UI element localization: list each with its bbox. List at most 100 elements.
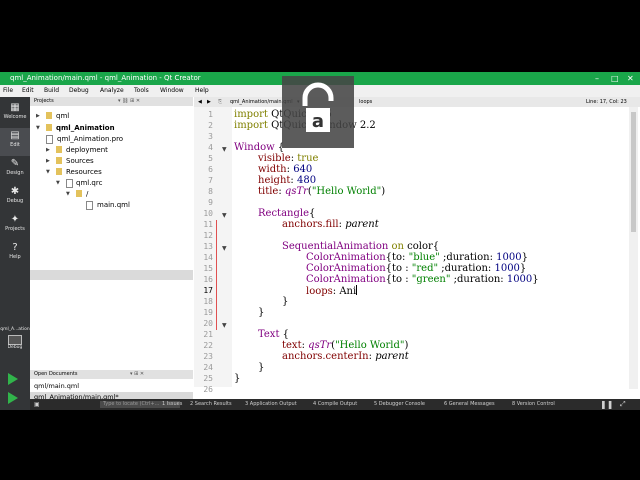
line-number: 7 — [208, 176, 213, 185]
code-token: height — [258, 175, 291, 186]
menu-build[interactable]: Build — [44, 85, 59, 97]
line-number: 8 — [208, 187, 213, 196]
tree-item-label: main.qml — [97, 201, 130, 209]
toggle-sidebar-icon[interactable]: ▣ — [34, 399, 40, 410]
code-token: width — [258, 164, 287, 175]
code-token: ) — [404, 340, 409, 351]
code-token: import — [234, 120, 268, 131]
mode-label: Edit — [10, 142, 20, 148]
scrollbar-thumb[interactable] — [631, 112, 636, 232]
line-number: 14 — [203, 253, 213, 262]
folder-icon — [56, 168, 62, 175]
code-token: {to : — [385, 263, 412, 274]
chevron-down-icon: ▼ — [46, 169, 50, 175]
mode-label: Help — [9, 254, 21, 260]
mode-debug[interactable]: ✱ Debug — [0, 184, 30, 212]
code-token: text — [282, 340, 302, 351]
projects-header-label: Projects — [34, 98, 54, 104]
pane-version-control[interactable]: 8 Version Control — [512, 399, 555, 410]
mode-design[interactable]: ✎ Design — [0, 156, 30, 184]
editor-toolbar: ◀ ▶ ⎘ qml_Animation/main.qml ▾ loops Lin… — [194, 97, 640, 107]
projects-header: Projects ▾ ⛓ ⊞ ✕ — [30, 97, 193, 106]
line-number: 4 — [208, 143, 213, 152]
menu-file[interactable]: File — [3, 85, 13, 97]
expand-icon[interactable]: ⤢ — [620, 399, 626, 410]
folder-icon — [56, 157, 62, 164]
code-token: { — [279, 329, 290, 340]
code-token: 640 — [293, 164, 313, 175]
back-icon[interactable]: ◀ — [198, 97, 202, 107]
code-token: true — [297, 153, 319, 164]
pane-debugger-console[interactable]: 5 Debugger Console — [374, 399, 425, 410]
change-marker — [216, 220, 217, 330]
mode-projects[interactable]: ✦ Projects — [0, 212, 30, 240]
fold-marker-icon[interactable]: ▼ — [222, 243, 227, 254]
mode-edit[interactable]: ▤ Edit — [0, 128, 30, 156]
document-label: qml/main.qml — [34, 382, 80, 390]
code-line-21: Text { — [258, 329, 289, 340]
code-token: visible — [258, 153, 291, 164]
symbol-selector[interactable]: loops — [359, 97, 372, 107]
line-number: 9 — [208, 198, 213, 207]
minimize-icon[interactable]: – — [595, 72, 599, 85]
code-token: ColorAnimation — [306, 263, 386, 274]
tree-item-label: Resources — [66, 168, 102, 176]
debug-run-icon[interactable] — [8, 392, 18, 404]
mode-help[interactable]: ? Help — [0, 240, 30, 268]
kit-selector[interactable]: qml_A...ation Debug — [0, 327, 30, 351]
menu-window[interactable]: Window — [160, 85, 184, 97]
pane-application-output[interactable]: 3 Application Output — [245, 399, 297, 410]
menu-tools[interactable]: Tools — [134, 85, 149, 97]
menu-debug[interactable]: Debug — [69, 85, 89, 97]
pane-issues[interactable]: 1 Issues — [162, 399, 182, 410]
run-icon[interactable] — [8, 373, 18, 385]
fold-marker-icon[interactable]: ▼ — [222, 320, 227, 331]
edit-icon: ▤ — [10, 130, 20, 141]
pause-icon[interactable]: ❚❚ — [600, 399, 613, 410]
open-documents-label: Open Documents — [34, 371, 78, 377]
menu-help[interactable]: Help — [195, 85, 209, 97]
menu-analyze[interactable]: Analyze — [100, 85, 124, 97]
tree-item-label: qml_Animation.pro — [57, 135, 124, 143]
chevron-down-icon: ▼ — [36, 125, 40, 131]
file-icon — [86, 201, 93, 210]
kit-mode-label: Debug — [7, 345, 23, 350]
forward-icon[interactable]: ▶ — [207, 97, 211, 107]
pane-compile-output[interactable]: 4 Compile Output — [313, 399, 357, 410]
line-number: 6 — [208, 165, 213, 174]
chevron-right-icon: ▶ — [36, 113, 40, 119]
tree-item-label: / — [86, 190, 89, 198]
code-line-24: } — [258, 362, 264, 373]
code-line-6: width: 640 — [258, 164, 312, 175]
mode-label: Projects — [5, 226, 25, 232]
menu-edit[interactable]: Edit — [22, 85, 34, 97]
line-number: 11 — [203, 220, 213, 229]
line-number: 26 — [203, 385, 213, 394]
design-icon: ✎ — [10, 158, 20, 169]
watermark-letter: a — [312, 111, 324, 132]
code-token: qsTr — [284, 186, 308, 197]
code-token: } — [521, 252, 528, 263]
tree-item-label: qml_Animation — [56, 124, 115, 132]
projects-icon: ✦ — [10, 214, 20, 225]
fold-marker-icon[interactable]: ▼ — [222, 210, 227, 221]
code-token: "Hello World" — [335, 340, 405, 351]
fold-marker-icon[interactable]: ▼ — [222, 144, 227, 155]
line-number: 10 — [203, 209, 213, 218]
maximize-icon[interactable]: □ — [611, 72, 619, 85]
code-token: "blue" — [408, 252, 440, 263]
panel-tool-icons[interactable]: ▾ ⛓ ⊞ ✕ — [118, 97, 140, 106]
close-icon[interactable]: ✕ — [627, 72, 634, 85]
text-cursor — [356, 285, 358, 295]
pane-general-messages[interactable]: 6 General Messages — [444, 399, 495, 410]
pane-search-results[interactable]: 2 Search Results — [190, 399, 232, 410]
code-line-23: anchors.centerIn: parent — [282, 351, 409, 362]
panel-tool-icons[interactable]: ▾ ⊞ ✕ — [130, 370, 144, 379]
code-token: : Ani — [332, 286, 357, 297]
code-line-4: Window { — [234, 142, 284, 153]
code-token: ;duration: — [438, 263, 495, 274]
open-document-item[interactable]: qml/main.qml — [30, 381, 193, 391]
mode-welcome[interactable]: ▦ Welcome — [0, 100, 30, 128]
code-line-5: visible: true — [258, 153, 318, 164]
line-number: 3 — [208, 132, 213, 141]
